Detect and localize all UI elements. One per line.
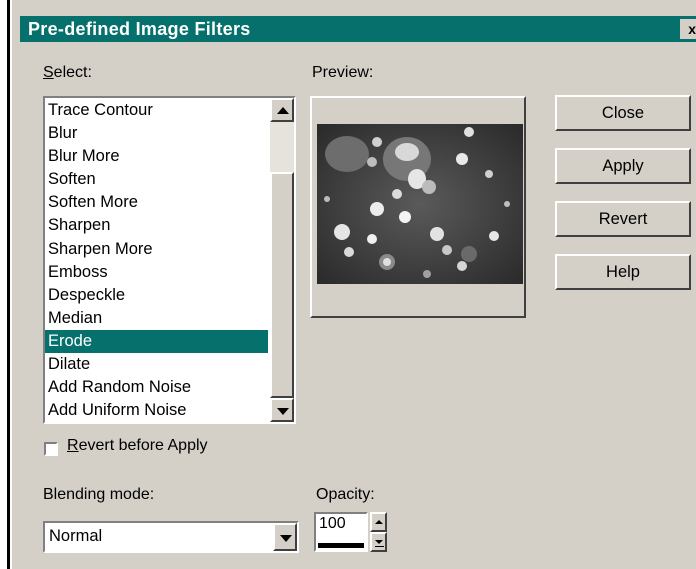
scroll-thumb[interactable] bbox=[270, 172, 294, 398]
list-item[interactable]: Soften bbox=[45, 168, 268, 191]
revert-before-apply-checkbox[interactable] bbox=[44, 442, 58, 456]
select-label-rest: elect: bbox=[53, 64, 92, 81]
select-label: Select: bbox=[43, 64, 92, 82]
title-bar: Pre-defined Image Filters x bbox=[20, 16, 696, 42]
opacity-decrease-button[interactable] bbox=[370, 532, 387, 552]
revert-before-apply-label[interactable]: Revert before Apply bbox=[67, 437, 208, 455]
scroll-down-button[interactable] bbox=[270, 398, 294, 422]
close-button[interactable]: Close bbox=[555, 95, 691, 131]
apply-button[interactable]: Apply bbox=[555, 148, 691, 184]
blending-mode-label: Blending mode: bbox=[43, 486, 155, 503]
list-item[interactable]: Median bbox=[45, 307, 268, 330]
list-item[interactable]: Add Random Noise bbox=[45, 376, 268, 399]
chevron-down-icon bbox=[280, 535, 292, 542]
revert-label-rest: evert before Apply bbox=[78, 437, 208, 454]
filter-list-scrollbar[interactable] bbox=[270, 98, 294, 422]
window-left-edge bbox=[0, 0, 12, 569]
scroll-up-button[interactable] bbox=[270, 98, 294, 122]
list-item[interactable]: Blur More bbox=[45, 145, 268, 168]
arrow-up-icon bbox=[375, 520, 383, 524]
opacity-increase-button[interactable] bbox=[370, 512, 387, 532]
filter-list-items: Trace Contour Blur Blur More Soften Soften M… bbox=[45, 99, 268, 422]
dialog-title: Pre-defined Image Filters bbox=[28, 19, 251, 39]
list-item[interactable]: Sharpen More bbox=[45, 238, 268, 261]
revert-label-accel: R bbox=[67, 437, 79, 454]
opacity-label: Opacity: bbox=[316, 486, 375, 503]
blending-mode-select[interactable]: Normal bbox=[43, 521, 299, 553]
blending-dropdown-button[interactable] bbox=[273, 523, 297, 551]
preview-label: Preview: bbox=[312, 64, 374, 81]
close-window-icon[interactable]: x bbox=[680, 19, 696, 39]
opacity-field[interactable]: 100 bbox=[314, 512, 368, 552]
revert-button[interactable]: Revert bbox=[555, 201, 691, 237]
arrow-down-icon bbox=[375, 540, 383, 544]
filter-listbox[interactable]: Trace Contour Blur Blur More Soften Soften M… bbox=[43, 96, 296, 424]
list-item[interactable]: Dilate bbox=[45, 353, 268, 376]
list-item[interactable]: Sharpen bbox=[45, 214, 268, 237]
opacity-value: 100 bbox=[319, 515, 346, 532]
arrow-down-icon bbox=[277, 408, 289, 415]
list-item[interactable]: Add Uniform Noise bbox=[45, 399, 268, 422]
arrow-up-icon bbox=[277, 107, 289, 114]
blending-mode-value: Normal bbox=[49, 527, 103, 545]
list-item[interactable]: Blur bbox=[45, 122, 268, 145]
select-label-accel: S bbox=[43, 64, 54, 81]
list-item[interactable]: Emboss bbox=[45, 261, 268, 284]
help-button[interactable]: Help bbox=[555, 254, 691, 290]
bar-line-icon bbox=[375, 546, 384, 547]
list-item[interactable]: Trace Contour bbox=[45, 99, 268, 122]
preview-image bbox=[317, 124, 523, 284]
list-item[interactable]: Soften More bbox=[45, 191, 268, 214]
list-item[interactable]: Erode bbox=[45, 329, 268, 354]
opacity-spinner[interactable] bbox=[370, 512, 387, 552]
opacity-level-bar bbox=[318, 543, 364, 548]
preview-frame bbox=[310, 96, 526, 318]
preview-picture bbox=[317, 124, 523, 284]
list-item[interactable]: Despeckle bbox=[45, 284, 268, 307]
